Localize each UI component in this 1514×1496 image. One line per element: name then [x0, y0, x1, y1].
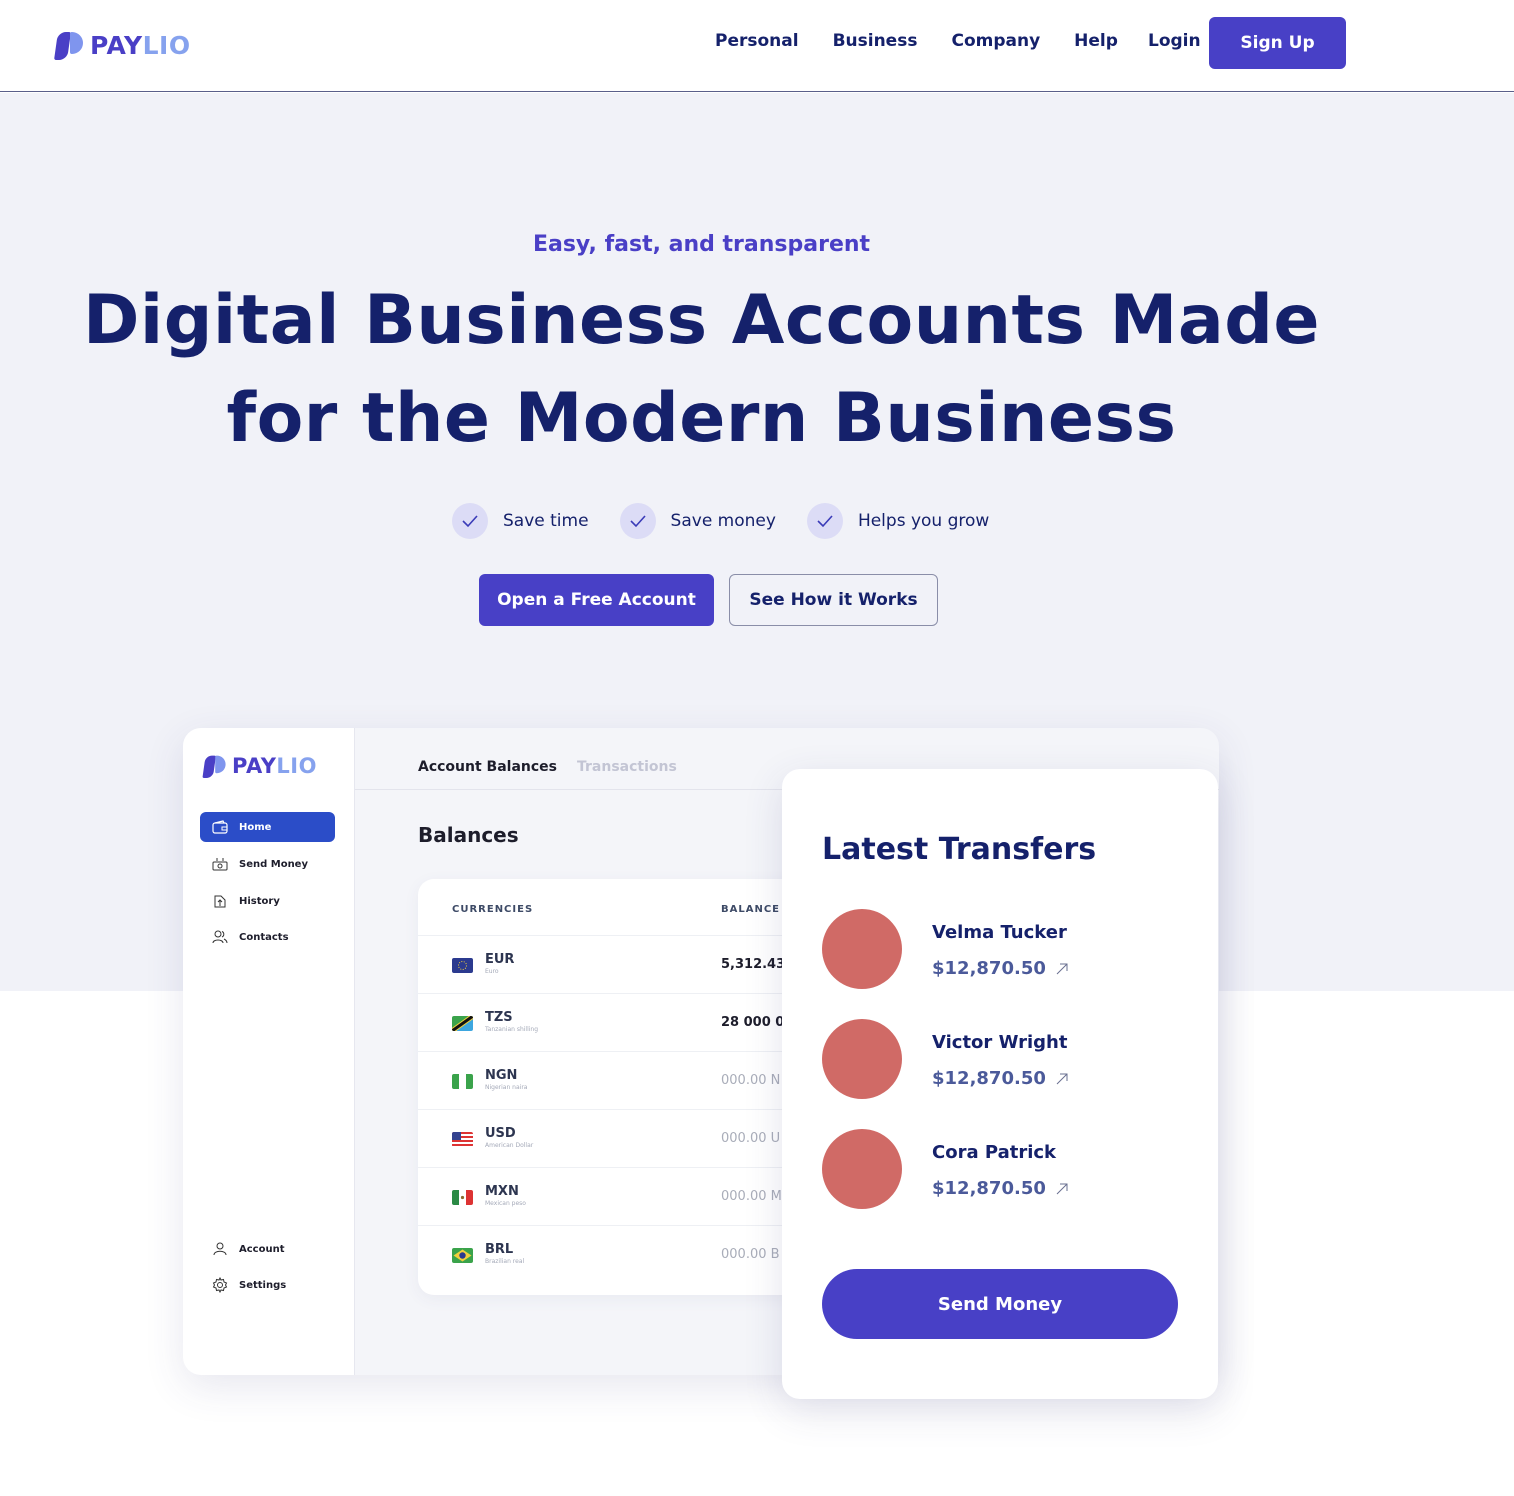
currency-name: Tanzanian shilling	[485, 1026, 539, 1033]
usa-flag-icon	[452, 1132, 473, 1147]
check-icon	[806, 503, 843, 539]
balance-amount: 000.00 M	[721, 1189, 782, 1204]
tanzania-flag-icon	[452, 1016, 473, 1031]
nav-business[interactable]: Business	[833, 31, 918, 51]
logo-wordmark: PAYLIO	[90, 30, 191, 60]
transfer-item[interactable]: Victor Wright $12,870.50	[822, 1019, 1182, 1099]
currency-code: TZS	[485, 1010, 513, 1025]
paylio-logo[interactable]: PAYLIO	[54, 30, 191, 60]
currency-code: EUR	[485, 952, 515, 967]
signup-button[interactable]: Sign Up	[1209, 17, 1346, 69]
feature-label: Helps you grow	[857, 511, 990, 531]
open-account-button[interactable]: Open a Free Account	[479, 574, 714, 626]
nav-help[interactable]: Help	[1074, 31, 1118, 51]
paylio-logo-mark-icon	[202, 754, 226, 778]
currency-name: Nigerian naira	[485, 1084, 528, 1091]
eu-flag-icon	[452, 958, 473, 973]
balance-amount: 000.00 N	[721, 1073, 781, 1088]
currency-name: Mexican peso	[485, 1200, 526, 1207]
paylio-logo-mark-icon	[54, 30, 84, 60]
column-header-currencies: CURRENCIES	[452, 904, 534, 915]
nigeria-flag-icon	[452, 1074, 473, 1089]
site-header: PAYLIO Personal Business Company Help Lo…	[0, 0, 1514, 92]
transfer-item[interactable]: Cora Patrick $12,870.50	[822, 1129, 1182, 1209]
sidebar-item-label: Account	[239, 1243, 285, 1255]
currency-code: BRL	[485, 1242, 514, 1257]
gear-icon	[211, 1276, 229, 1294]
sidebar-item-label: History	[239, 895, 280, 907]
sidebar-item-contacts[interactable]: Contacts	[200, 922, 335, 952]
currency-name: Euro	[485, 968, 499, 975]
balance-amount: 000.00 U	[721, 1131, 781, 1146]
hero-eyebrow: Easy, fast, and transparent	[532, 232, 871, 257]
latest-transfers-card: Latest Transfers Velma Tucker $12,870.50…	[782, 769, 1218, 1399]
sidebar-item-label: Send Money	[239, 858, 308, 870]
headline-line-2: for the Modern Business	[226, 379, 1177, 458]
brazil-flag-icon	[452, 1248, 473, 1263]
sidebar-item-account[interactable]: Account	[200, 1234, 335, 1264]
transfer-amount-value: $12,870.50	[932, 958, 1046, 979]
paylio-logo: PAYLIO	[202, 751, 317, 781]
history-icon	[211, 892, 229, 910]
contacts-icon	[211, 928, 229, 946]
transfer-amount: $12,870.50	[932, 1068, 1068, 1089]
nav-personal[interactable]: Personal	[715, 31, 799, 51]
arrow-up-right-icon	[1056, 1183, 1068, 1195]
feature-item: Helps you grow	[806, 503, 990, 539]
transfer-amount: $12,870.50	[932, 958, 1068, 979]
money-transfer-icon	[211, 855, 229, 873]
feature-item: Save time	[452, 503, 589, 539]
feature-list: Save time Save money Helps you grow	[452, 503, 1020, 539]
logo-wordmark: PAYLIO	[232, 754, 317, 778]
feature-label: Save time	[503, 511, 589, 531]
transfer-item[interactable]: Velma Tucker $12,870.50	[822, 909, 1182, 989]
currency-code: USD	[485, 1126, 516, 1141]
sidebar-item-label: Settings	[239, 1279, 287, 1291]
column-header-balance: BALANCE	[721, 904, 781, 915]
avatar	[822, 1019, 902, 1099]
transfer-recipient-name: Victor Wright	[932, 1032, 1068, 1053]
sidebar-item-home[interactable]: Home	[200, 812, 335, 842]
tab-account-balances[interactable]: Account Balances	[418, 759, 557, 775]
login-link[interactable]: Login	[1148, 31, 1201, 51]
main-nav: Personal Business Company Help	[715, 31, 1118, 51]
currency-name: Brazilian real	[485, 1258, 525, 1265]
avatar	[822, 1129, 902, 1209]
feature-item: Save money	[619, 503, 776, 539]
transfer-amount-value: $12,870.50	[932, 1068, 1046, 1089]
transfer-recipient-name: Cora Patrick	[932, 1142, 1057, 1163]
latest-transfers-title: Latest Transfers	[822, 832, 1097, 867]
wallet-icon	[211, 818, 229, 836]
sidebar-item-label: Contacts	[239, 931, 289, 943]
check-icon	[619, 503, 656, 539]
hero-headline: Digital Business Accounts Made for the M…	[0, 272, 1403, 468]
send-money-button[interactable]: Send Money	[822, 1269, 1178, 1339]
user-icon	[211, 1240, 229, 1258]
tab-transactions[interactable]: Transactions	[577, 759, 677, 775]
dashboard-sidebar: PAYLIO Home Send Money History Contacts	[183, 728, 355, 1375]
arrow-up-right-icon	[1056, 963, 1068, 975]
transfer-amount: $12,870.50	[932, 1178, 1068, 1199]
mexico-flag-icon	[452, 1190, 473, 1205]
balance-amount: 5,312.43	[721, 957, 786, 972]
sidebar-item-send-money[interactable]: Send Money	[200, 849, 335, 879]
sidebar-item-label: Home	[239, 821, 272, 833]
currency-code: MXN	[485, 1184, 519, 1199]
transfer-recipient-name: Velma Tucker	[932, 922, 1067, 943]
nav-company[interactable]: Company	[951, 31, 1040, 51]
sidebar-item-history[interactable]: History	[200, 886, 335, 916]
arrow-up-right-icon	[1056, 1073, 1068, 1085]
feature-label: Save money	[670, 511, 776, 531]
check-icon	[452, 503, 488, 539]
currency-code: NGN	[485, 1068, 518, 1083]
see-how-it-works-button[interactable]: See How it Works	[729, 574, 938, 626]
balance-amount: 000.00 B	[721, 1247, 780, 1262]
sidebar-item-settings[interactable]: Settings	[200, 1270, 335, 1300]
headline-line-1: Digital Business Accounts Made	[82, 281, 1321, 360]
currency-name: American Dollar	[485, 1142, 534, 1149]
balances-title: Balances	[418, 823, 519, 847]
avatar	[822, 909, 902, 989]
transfer-amount-value: $12,870.50	[932, 1178, 1046, 1199]
